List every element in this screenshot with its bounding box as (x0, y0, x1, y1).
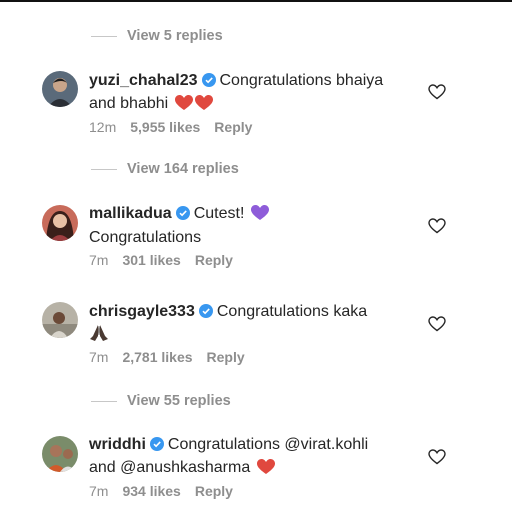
heart-outline-icon[interactable] (428, 449, 446, 465)
reply-button[interactable]: Reply (195, 483, 233, 499)
verified-badge-icon (201, 72, 216, 93)
view-replies-label: View 5 replies (127, 28, 223, 44)
comment-likes-count[interactable]: 934 likes (122, 483, 180, 499)
comment-text: Congratulations bhaiya (219, 72, 384, 89)
verified-badge-icon (198, 303, 213, 324)
comment-timestamp: 7m (89, 483, 109, 499)
purple-heart-icon (250, 205, 269, 227)
comment-username[interactable]: mallikadua (89, 205, 172, 222)
comment-text-line2: and bhabhi (89, 95, 169, 112)
folded-hands-icon (89, 324, 109, 348)
view-replies-button[interactable]: View 5 replies (91, 26, 223, 46)
comment-text: Congratulations kaka (216, 303, 368, 320)
comment-likes-count[interactable]: 2,781 likes (122, 349, 192, 365)
replies-dash (91, 400, 117, 402)
comment-timestamp: 7m (89, 349, 109, 365)
comment-likes-count[interactable]: 301 likes (122, 252, 180, 268)
comment-timestamp: 7m (89, 252, 109, 268)
reply-button[interactable]: Reply (207, 349, 245, 365)
replies-dash (91, 168, 117, 170)
reply-button[interactable]: Reply (195, 252, 233, 268)
view-replies-label: View 164 replies (127, 161, 239, 177)
comment-username[interactable]: chrisgayle333 (89, 303, 195, 320)
verified-badge-icon (149, 436, 164, 457)
red-heart-icon (174, 95, 193, 117)
view-replies-button[interactable]: View 55 replies (91, 391, 231, 411)
comment-text: Congratulations @virat.kohli (167, 436, 369, 453)
avatar[interactable] (42, 302, 78, 338)
comment-text: Cutest! (193, 205, 245, 222)
verified-badge-icon (175, 205, 190, 226)
heart-outline-icon[interactable] (428, 218, 446, 234)
comment-text-line2: and @anushkasharma (89, 459, 251, 476)
avatar[interactable] (42, 436, 78, 472)
comment-username[interactable]: wriddhi (89, 436, 146, 453)
comment-timestamp: 12m (89, 119, 117, 135)
comment-username[interactable]: yuzi_chahal23 (89, 72, 198, 89)
replies-dash (91, 35, 117, 37)
reply-button[interactable]: Reply (214, 119, 252, 135)
avatar[interactable] (42, 205, 78, 241)
heart-outline-icon[interactable] (428, 84, 446, 100)
avatar[interactable] (42, 71, 78, 107)
red-heart-icon (194, 95, 213, 117)
view-replies-button[interactable]: View 164 replies (91, 159, 239, 179)
view-replies-label: View 55 replies (127, 393, 231, 409)
comment-likes-count[interactable]: 5,955 likes (130, 119, 200, 135)
top-divider (0, 0, 512, 2)
comment-text-line2: Congratulations (89, 229, 202, 246)
red-heart-icon (256, 459, 275, 481)
heart-outline-icon[interactable] (428, 316, 446, 332)
